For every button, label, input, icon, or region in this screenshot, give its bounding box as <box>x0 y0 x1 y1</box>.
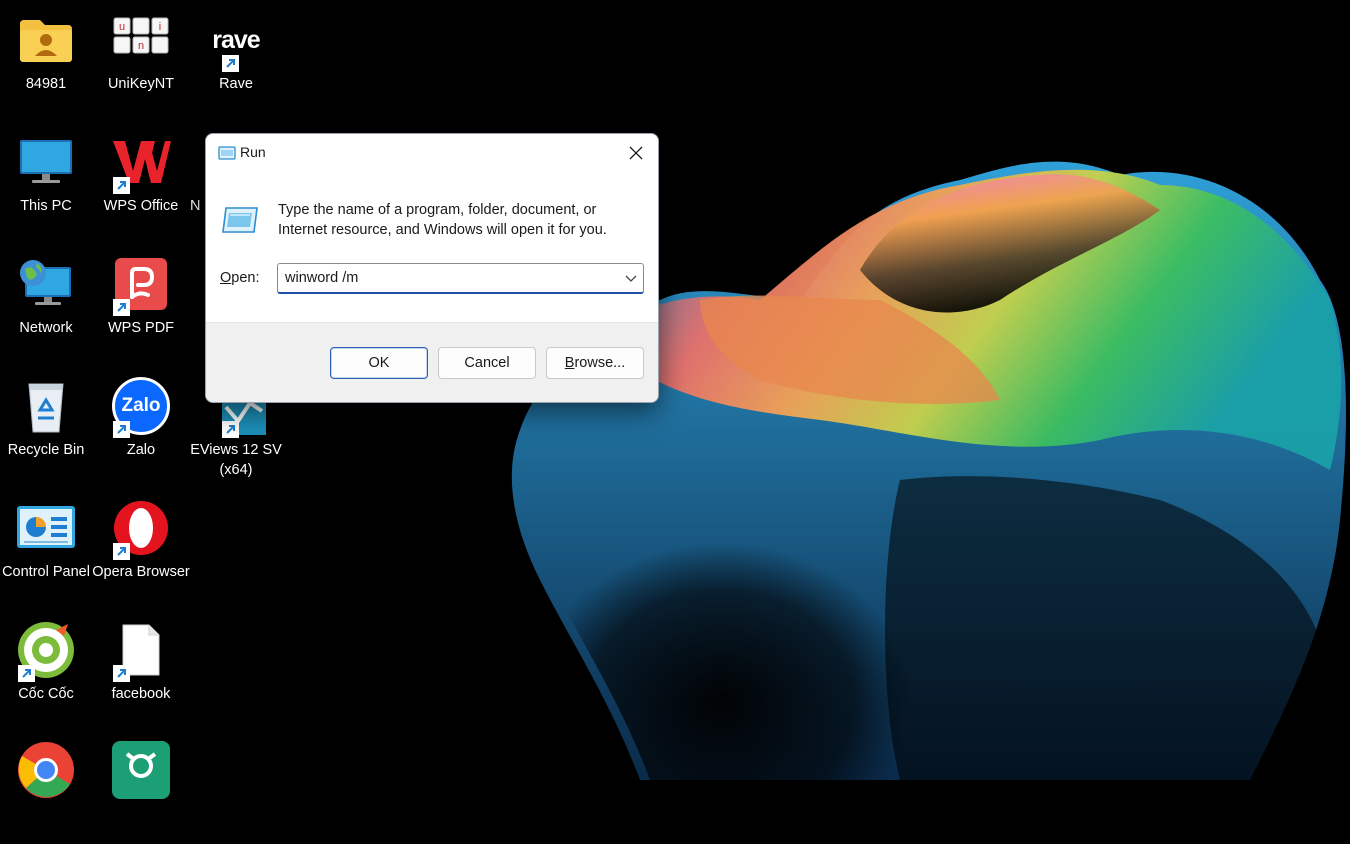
unikey-icon: u i n <box>111 10 171 70</box>
desktop-icon-wps-pdf[interactable]: WPS PDF <box>95 248 187 358</box>
shortcut-arrow-icon <box>18 665 35 682</box>
monitor-icon <box>16 132 76 192</box>
green-app-icon <box>111 740 171 800</box>
shortcut-arrow-icon <box>113 299 130 316</box>
shortcut-arrow-icon <box>113 177 130 194</box>
shortcut-arrow-icon <box>113 665 130 682</box>
svg-text:n: n <box>138 40 144 52</box>
desktop-icon-zalo[interactable]: Zalo Zalo <box>95 370 187 480</box>
dialog-title: Run <box>240 144 266 160</box>
blank-file-icon <box>111 620 171 682</box>
desktop-icon-84981[interactable]: 84981 <box>0 4 92 114</box>
recycle-bin-icon <box>16 376 76 436</box>
close-icon <box>629 146 643 160</box>
cancel-button[interactable]: Cancel <box>438 347 536 379</box>
desktop-icon-facebook[interactable]: facebook <box>95 614 187 724</box>
desktop-icon-chrome[interactable] <box>0 734 92 844</box>
desktop-icon-opera[interactable]: Opera Browser <box>92 492 190 602</box>
desktop-icon-unikeynt[interactable]: u i n UniKeyNT <box>95 4 187 114</box>
open-combobox[interactable] <box>277 263 644 294</box>
svg-text:i: i <box>159 21 161 33</box>
zalo-icon: Zalo <box>111 376 171 438</box>
dialog-titlebar[interactable]: Run <box>206 134 658 172</box>
coccoc-icon <box>16 620 76 682</box>
chevron-down-icon[interactable] <box>625 273 637 283</box>
open-input[interactable] <box>278 264 608 292</box>
browse-button[interactable]: Browse... <box>546 347 644 379</box>
desktop-icon-rave[interactable]: rave Rave <box>190 4 282 114</box>
desktop-icon-recycle-bin[interactable]: Recycle Bin <box>0 370 92 480</box>
rave-icon: rave <box>206 10 266 72</box>
close-button[interactable] <box>614 134 658 172</box>
shortcut-arrow-icon <box>222 55 239 72</box>
shortcut-arrow-icon <box>113 543 130 560</box>
run-dialog: Run Type the name of a program, folder, … <box>205 133 659 403</box>
desktop-icon-network[interactable]: Network <box>0 248 92 358</box>
network-globe-icon <box>16 254 76 314</box>
open-label: Open: <box>220 270 260 286</box>
opera-icon <box>111 498 171 560</box>
dialog-footer: OK Cancel Browse... <box>206 322 658 402</box>
run-app-icon <box>218 146 236 160</box>
desktop-icon-green-app[interactable] <box>95 734 187 844</box>
dialog-description: Type the name of a program, folder, docu… <box>278 202 607 238</box>
desktop-icon-coc-coc[interactable]: Cốc Cốc <box>0 614 92 724</box>
run-program-icon <box>222 207 258 233</box>
wps-office-icon <box>111 132 171 194</box>
user-folder-icon <box>16 10 76 70</box>
desktop-icon-control-panel[interactable]: Control Panel <box>0 492 92 602</box>
chrome-icon <box>16 740 76 800</box>
shortcut-arrow-icon <box>222 421 239 438</box>
ok-button[interactable]: OK <box>330 347 428 379</box>
desktop-icon-this-pc[interactable]: This PC <box>0 126 92 236</box>
control-panel-icon <box>16 498 76 558</box>
desktop-icon-wps-office[interactable]: WPS Office <box>95 126 187 236</box>
svg-text:u: u <box>119 21 125 33</box>
dialog-body: Type the name of a program, folder, docu… <box>206 172 658 322</box>
wps-pdf-icon <box>111 254 171 316</box>
shortcut-arrow-icon <box>113 421 130 438</box>
